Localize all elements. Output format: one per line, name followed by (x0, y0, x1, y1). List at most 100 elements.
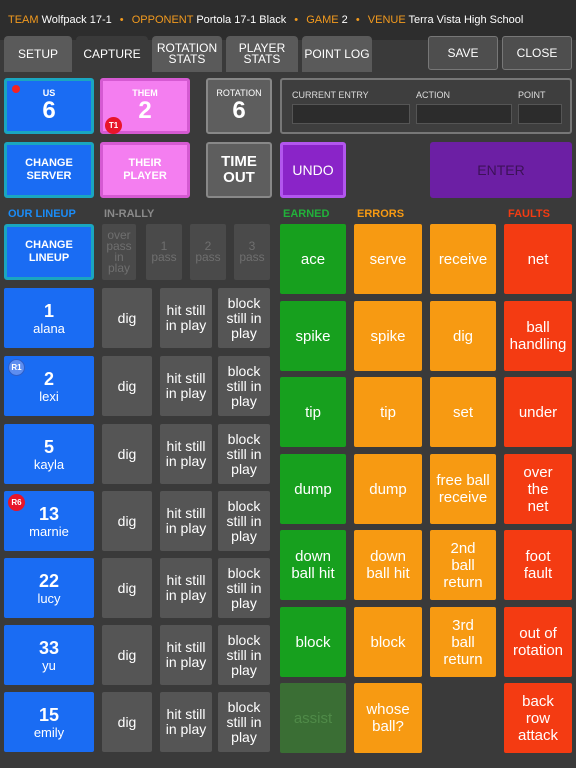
fault-back-row-attack-button[interactable]: back row attack (504, 683, 572, 753)
error-whose-ball-button[interactable]: whose ball? (354, 683, 422, 753)
over-pass-button[interactable]: over pass in play (102, 224, 136, 280)
dig-button[interactable]: dig (102, 625, 152, 685)
fault-ball-handling-button[interactable]: ball handling (504, 301, 572, 371)
hit-still-in-play-button[interactable]: hit still in play (160, 356, 212, 416)
fault-under-button[interactable]: under (504, 377, 572, 447)
change-server-button[interactable]: CHANGE SERVER (4, 142, 94, 198)
error-free-ball-receive-button[interactable]: free ball receive (430, 454, 496, 524)
dig-button[interactable]: dig (102, 288, 152, 348)
serving-indicator-dot (12, 85, 20, 93)
player-button[interactable]: 1 alana (4, 288, 94, 348)
error-dig-button[interactable]: dig (430, 301, 496, 371)
bullet-separator: • (119, 14, 124, 26)
earned-down-ball-hit-button[interactable]: down ball hit (280, 530, 346, 600)
earned-ace-button[interactable]: ace (280, 224, 346, 294)
block-still-in-play-button[interactable]: block still in play (218, 558, 270, 618)
player-button[interactable]: R1 2 lexi (4, 356, 94, 416)
timeout-badge: T1 (105, 117, 122, 134)
dig-button[interactable]: dig (102, 558, 152, 618)
fault-net-button[interactable]: net (504, 224, 572, 294)
earned-block-button[interactable]: block (280, 607, 346, 677)
block-still-in-play-button[interactable]: block still in play (218, 288, 270, 348)
error-set-button[interactable]: set (430, 377, 496, 447)
error-down-ball-hit-button[interactable]: down ball hit (354, 530, 422, 600)
error-2nd-ball-return-button[interactable]: 2nd ball return (430, 530, 496, 600)
earned-tip-button[interactable]: tip (280, 377, 346, 447)
time-out-button[interactable]: TIME OUT (206, 142, 272, 198)
tab-capture[interactable]: CAPTURE (76, 36, 148, 72)
two-pass-button[interactable]: 2 pass (190, 224, 226, 280)
dig-button[interactable]: dig (102, 692, 152, 752)
error-tip-button[interactable]: tip (354, 377, 422, 447)
player-name: lexi (39, 388, 59, 404)
hit-still-in-play-button[interactable]: hit still in play (160, 424, 212, 484)
three-pass-button[interactable]: 3 pass (234, 224, 270, 280)
us-score-button[interactable]: US 6 (4, 78, 94, 134)
block-still-in-play-button[interactable]: block still in play (218, 692, 270, 752)
fault-out-of-rotation-button[interactable]: out of rotation (504, 607, 572, 677)
error-block-button[interactable]: block (354, 607, 422, 677)
enter-button[interactable]: ENTER (430, 142, 572, 198)
player-number: 13 (38, 503, 60, 524)
dig-button[interactable]: dig (102, 356, 152, 416)
earned-dump-button[interactable]: dump (280, 454, 346, 524)
venue-label: VENUE (367, 14, 406, 26)
rotation-badge: R1 (8, 359, 25, 376)
error-dump-button[interactable]: dump (354, 454, 422, 524)
close-button[interactable]: CLOSE (502, 36, 572, 70)
hit-still-in-play-button[interactable]: hit still in play (160, 491, 212, 551)
block-still-in-play-button[interactable]: block still in play (218, 356, 270, 416)
error-3rd-ball-return-button[interactable]: 3rd ball return (430, 607, 496, 677)
dig-button[interactable]: dig (102, 491, 152, 551)
block-still-in-play-button[interactable]: block still in play (218, 491, 270, 551)
player-number: 5 (43, 436, 54, 457)
hit-still-in-play-button[interactable]: hit still in play (160, 288, 212, 348)
block-still-in-play-button[interactable]: block still in play (218, 424, 270, 484)
player-button[interactable]: 22 lucy (4, 558, 94, 618)
error-serve-button[interactable]: serve (354, 224, 422, 294)
one-pass-button[interactable]: 1 pass (146, 224, 182, 280)
undo-button[interactable]: UNDO (280, 142, 346, 198)
player-name: lucy (37, 590, 61, 606)
match-info: TEAM Wolfpack 17-1 • OPPONENT Portola 17… (8, 14, 523, 26)
opponent-label: OPPONENT (131, 14, 194, 26)
player-button[interactable]: 5 kayla (4, 424, 94, 484)
current-entry-field (292, 104, 410, 124)
game-value: 2 (341, 14, 348, 26)
player-button[interactable]: R6 13 marnie (4, 491, 94, 551)
player-name: yu (42, 657, 56, 673)
current-entry-label: CURRENT ENTRY (292, 90, 369, 100)
player-number: 33 (38, 637, 60, 658)
tab-setup[interactable]: SETUP (4, 36, 72, 72)
earned-spike-button[interactable]: spike (280, 301, 346, 371)
save-button[interactable]: SAVE (428, 36, 498, 70)
hit-still-in-play-button[interactable]: hit still in play (160, 625, 212, 685)
tab-player-stats[interactable]: PLAYER STATS (226, 36, 298, 72)
action-field (416, 104, 512, 124)
player-name: alana (33, 320, 65, 336)
fault-foot-fault-button[interactable]: foot fault (504, 530, 572, 600)
them-score-button[interactable]: THEM 2 T1 (100, 78, 190, 134)
their-player-button[interactable]: THEIR PLAYER (100, 142, 190, 198)
point-field (518, 104, 562, 124)
them-score: 2 (138, 97, 152, 124)
rotation-value: 6 (232, 97, 246, 124)
hit-still-in-play-button[interactable]: hit still in play (160, 558, 212, 618)
player-name: kayla (33, 456, 65, 472)
error-receive-button[interactable]: receive (430, 224, 496, 294)
change-lineup-button[interactable]: CHANGE LINEUP (4, 224, 94, 280)
dig-button[interactable]: dig (102, 424, 152, 484)
entry-panel: CURRENT ENTRY ACTION POINT (280, 78, 572, 134)
earned-assist-button[interactable]: assist (280, 683, 346, 753)
tab-point-log[interactable]: POINT LOG (302, 36, 372, 72)
hit-still-in-play-button[interactable]: hit still in play (160, 692, 212, 752)
error-spike-button[interactable]: spike (354, 301, 422, 371)
tab-rotation-stats[interactable]: ROTATION STATS (152, 36, 222, 72)
errors-heading: ERRORS (357, 208, 405, 220)
block-still-in-play-button[interactable]: block still in play (218, 625, 270, 685)
earned-heading: EARNED (283, 208, 330, 220)
our-lineup-heading: OUR LINEUP (8, 208, 76, 220)
player-button[interactable]: 15 emily (4, 692, 94, 752)
player-button[interactable]: 33 yu (4, 625, 94, 685)
fault-over-the-net-button[interactable]: over the net (504, 454, 572, 524)
